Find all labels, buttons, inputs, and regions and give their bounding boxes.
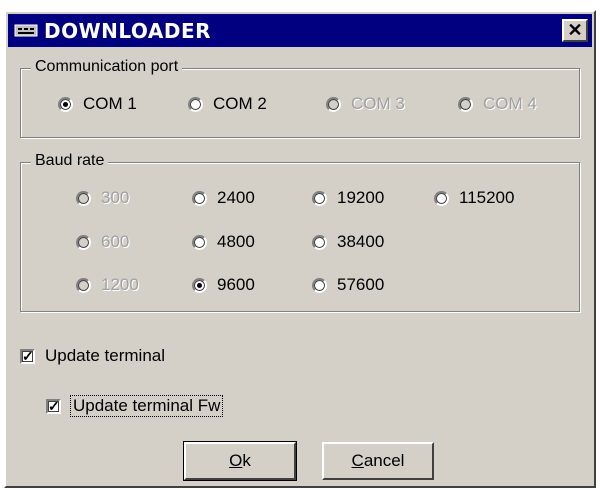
radio-circle xyxy=(192,190,207,206)
downloader-dialog: DOWNLOADER ✕ Communication port Baud rat… xyxy=(4,10,596,488)
title-bar[interactable]: DOWNLOADER ✕ xyxy=(8,14,592,47)
cancel-button[interactable]: Cancel xyxy=(322,442,434,480)
radio-baud-600[interactable]: 600 xyxy=(76,232,129,252)
radio-circle xyxy=(192,277,207,293)
radio-circle xyxy=(312,234,327,250)
radio-label: 19200 xyxy=(337,188,385,207)
checkmark-icon: ✓ xyxy=(46,397,61,414)
baud-rate-label: Baud rate xyxy=(31,152,109,170)
window-title: DOWNLOADER xyxy=(44,19,212,43)
radio-circle xyxy=(312,277,327,293)
cancel-label-rest: ancel xyxy=(363,451,405,470)
radio-label: 115200 xyxy=(459,188,515,207)
radio-circle xyxy=(326,96,341,112)
radio-com2[interactable]: COM 2 xyxy=(188,94,267,114)
radio-baud-300[interactable]: 300 xyxy=(76,188,129,208)
radio-com3[interactable]: COM 3 xyxy=(326,94,405,114)
radio-circle xyxy=(192,234,207,250)
radio-label: 38400 xyxy=(337,232,385,251)
radio-circle xyxy=(76,190,91,206)
radio-label: COM 3 xyxy=(351,94,405,113)
radio-label: COM 1 xyxy=(83,94,137,113)
radio-label: 1200 xyxy=(101,275,139,294)
radio-circle xyxy=(188,96,203,112)
radio-label: 300 xyxy=(101,188,130,207)
ok-mnemonic: O xyxy=(229,451,243,470)
radio-label: COM 4 xyxy=(483,94,537,113)
radio-baud-9600[interactable]: 9600 xyxy=(192,275,255,295)
radio-com1[interactable]: COM 1 xyxy=(58,94,137,114)
radio-circle xyxy=(434,190,449,206)
close-button[interactable]: ✕ xyxy=(562,19,588,42)
radio-com4[interactable]: COM 4 xyxy=(458,94,537,114)
ok-button[interactable]: Ok xyxy=(184,442,296,480)
radio-baud-115200[interactable]: 115200 xyxy=(434,188,514,208)
ok-label-rest: k xyxy=(242,451,251,470)
close-icon: ✕ xyxy=(567,20,583,40)
radio-circle xyxy=(312,190,327,206)
downloader-icon xyxy=(14,22,40,38)
radio-baud-57600[interactable]: 57600 xyxy=(312,275,384,295)
radio-label: 2400 xyxy=(217,188,255,207)
update-terminal-checkbox[interactable]: ✓ Update terminal xyxy=(20,346,165,366)
cancel-mnemonic: C xyxy=(351,451,364,470)
radio-label: 600 xyxy=(101,232,130,251)
update-terminal-label: Update terminal xyxy=(45,346,166,365)
radio-label: 57600 xyxy=(337,275,385,294)
radio-baud-38400[interactable]: 38400 xyxy=(312,232,384,252)
radio-label: 9600 xyxy=(217,275,255,294)
update-terminal-fw-checkbox[interactable]: ✓ Update terminal Fw xyxy=(46,395,224,417)
update-terminal-fw-label: Update terminal Fw xyxy=(69,395,224,417)
radio-baud-4800[interactable]: 4800 xyxy=(192,232,255,252)
radio-label: COM 2 xyxy=(213,94,267,113)
radio-baud-2400[interactable]: 2400 xyxy=(192,188,255,208)
radio-circle xyxy=(76,277,91,293)
communication-port-label: Communication port xyxy=(31,58,183,76)
radio-baud-1200[interactable]: 1200 xyxy=(76,275,139,295)
radio-label: 4800 xyxy=(217,232,255,251)
radio-baud-19200[interactable]: 19200 xyxy=(312,188,384,208)
radio-circle xyxy=(76,234,91,250)
radio-circle xyxy=(458,96,473,112)
radio-circle xyxy=(58,96,73,112)
checkmark-icon: ✓ xyxy=(20,347,35,364)
